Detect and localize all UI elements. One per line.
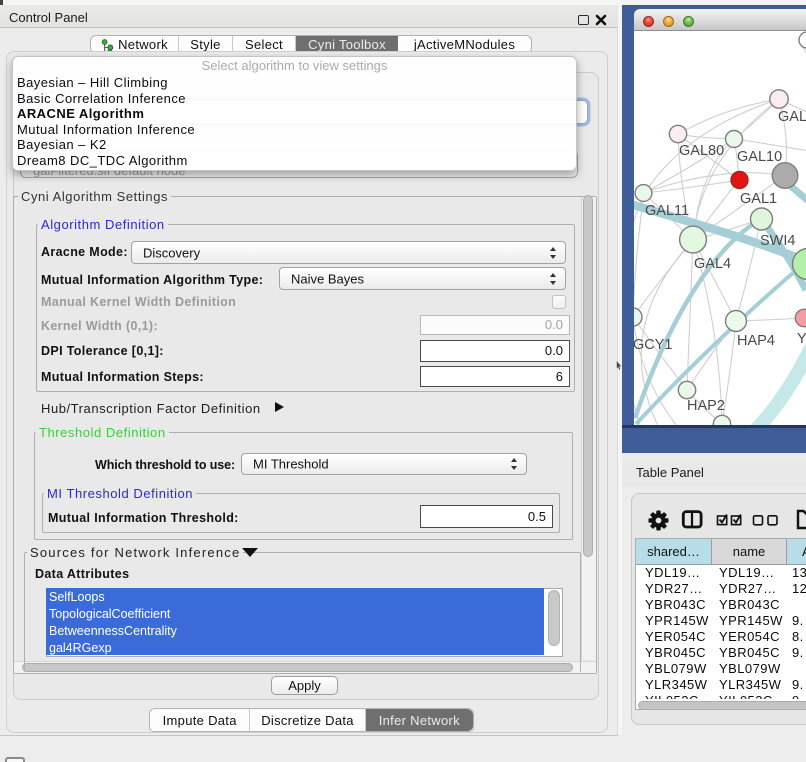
svg-text:GAL1: GAL1 <box>740 191 777 207</box>
svg-text:GAL4: GAL4 <box>694 256 731 272</box>
svg-text:GAL10: GAL10 <box>737 149 782 165</box>
svg-text:GCY1: GCY1 <box>634 337 673 353</box>
svg-text:SWI4: SWI4 <box>760 233 795 249</box>
svg-text:HAP2: HAP2 <box>687 398 725 414</box>
svg-text:GAL8: GAL8 <box>778 109 806 125</box>
svg-text:Y: Y <box>797 331 806 347</box>
svg-text:HAP4: HAP4 <box>737 333 775 349</box>
svg-text:GAL80: GAL80 <box>679 143 724 159</box>
svg-text:GAL11: GAL11 <box>645 203 689 219</box>
